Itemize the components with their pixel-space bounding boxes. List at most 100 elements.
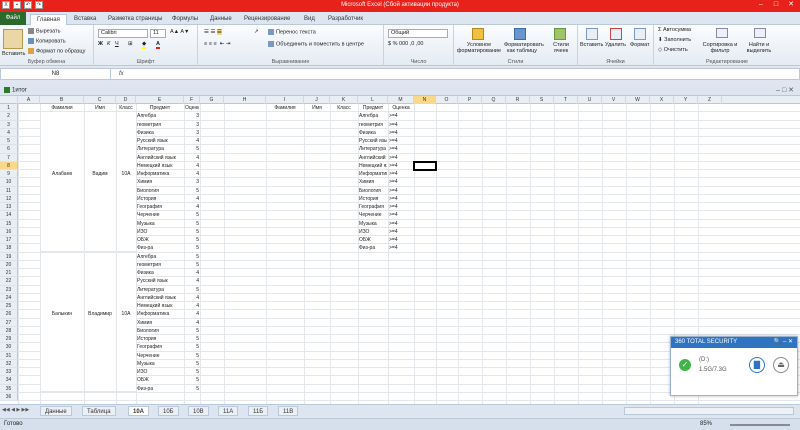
sheet-tab[interactable]: 11В	[278, 406, 299, 416]
cell[interactable]: История	[359, 195, 387, 203]
row-header[interactable]: 31	[0, 351, 18, 360]
row-header[interactable]: 8	[0, 161, 18, 170]
cell[interactable]: Информатика	[359, 170, 387, 178]
column-header[interactable]: W	[626, 96, 650, 104]
cell[interactable]: Физика	[359, 129, 387, 137]
column-header[interactable]: M	[388, 96, 414, 104]
row-header[interactable]: 3	[0, 120, 18, 129]
cell[interactable]: Черчение	[359, 211, 387, 219]
cell[interactable]: Русский язык	[137, 137, 183, 145]
cell[interactable]: Биология	[137, 187, 183, 195]
cell[interactable]: ИЗО	[137, 228, 183, 236]
sheet-nav-arrows[interactable]: ◀◀ ◀ ▶ ▶▶	[2, 407, 29, 413]
cell[interactable]: геометрия	[137, 261, 183, 269]
tab-page-layout[interactable]: Разметка страницы	[108, 14, 162, 25]
row-header[interactable]: 34	[0, 376, 18, 385]
cell[interactable]: 3	[185, 129, 199, 137]
cell[interactable]: >=4	[389, 220, 413, 228]
cell[interactable]: >=4	[389, 137, 413, 145]
name-box[interactable]: N8	[1, 69, 111, 79]
cell[interactable]: 5	[185, 343, 199, 351]
underline-button[interactable]: Ч	[115, 41, 119, 47]
cell[interactable]: 4	[185, 203, 199, 211]
cell[interactable]: >=4	[389, 236, 413, 244]
orientation-icon[interactable]: ↗	[254, 29, 259, 35]
column-header[interactable]: Z	[698, 96, 722, 104]
bold-button[interactable]: Ж	[98, 41, 103, 47]
row-header[interactable]: 18	[0, 244, 18, 253]
sheet-tab[interactable]: 10А	[128, 406, 150, 416]
row-header[interactable]: 26	[0, 310, 18, 319]
cell[interactable]: 3	[185, 112, 199, 120]
cut-button[interactable]: Вырезать	[28, 28, 60, 34]
cell[interactable]: Литература	[359, 145, 387, 153]
sheet-tab[interactable]: 10В	[188, 406, 209, 416]
row-header[interactable]: 20	[0, 260, 18, 269]
cell[interactable]: ИЗО	[137, 368, 183, 376]
cell[interactable]: 5	[185, 261, 199, 269]
cell[interactable]: Балыкин	[41, 310, 83, 319]
cell[interactable]: >=4	[389, 154, 413, 162]
cell[interactable]: Биология	[137, 327, 183, 335]
cell[interactable]: Литература	[137, 145, 183, 153]
cell[interactable]: Немецкий язык	[137, 302, 183, 310]
cell[interactable]: Фамилия	[41, 104, 83, 112]
row-header[interactable]: 14	[0, 211, 18, 220]
cell[interactable]: 4	[185, 302, 199, 310]
borders-icon[interactable]: ⊞	[128, 41, 133, 47]
column-header[interactable]: X	[650, 96, 674, 104]
cell[interactable]: 5	[185, 286, 199, 294]
cell[interactable]: География	[137, 203, 183, 211]
italic-button[interactable]: К	[107, 41, 110, 47]
column-header[interactable]: V	[602, 96, 626, 104]
popup-controls[interactable]: 🔍 – ✕	[774, 337, 793, 348]
cell[interactable]: Литература	[137, 286, 183, 294]
cell[interactable]: >=4	[389, 178, 413, 186]
align-left-icons[interactable]: ≡ ≡ ≡ ⇤ ⇥	[204, 41, 231, 47]
cell[interactable]: Черчение	[137, 211, 183, 219]
select-all-corner[interactable]	[0, 96, 18, 104]
row-header[interactable]: 30	[0, 343, 18, 352]
cell[interactable]: >=4	[389, 162, 413, 170]
cell[interactable]: Физика	[137, 269, 183, 277]
row-header[interactable]: 33	[0, 368, 18, 377]
cell[interactable]: Фамилия	[267, 104, 303, 112]
cell[interactable]: Информатика	[137, 310, 183, 318]
tab-formulas[interactable]: Формулы	[172, 14, 198, 25]
fill-button[interactable]: ⬇ Заполнить	[658, 37, 691, 43]
cell-styles-button[interactable]: Стили ячеек	[548, 42, 574, 54]
cell[interactable]: Владимир	[85, 310, 115, 319]
cell[interactable]: >=4	[389, 187, 413, 195]
column-header[interactable]: T	[554, 96, 578, 104]
cell[interactable]: 5	[185, 327, 199, 335]
cell[interactable]: Черчение	[137, 352, 183, 360]
cell[interactable]: >=4	[389, 195, 413, 203]
cell[interactable]: Английский язык	[137, 294, 183, 302]
tab-view[interactable]: Вид	[304, 14, 315, 25]
cell[interactable]: Алгебра	[359, 112, 387, 120]
cell[interactable]: История	[137, 335, 183, 343]
row-header[interactable]: 24	[0, 293, 18, 302]
cell[interactable]: 5	[185, 368, 199, 376]
column-header[interactable]: Y	[674, 96, 698, 104]
eject-button[interactable]: ⏏	[773, 357, 789, 373]
tab-data[interactable]: Данные	[210, 14, 232, 25]
insert-cells-button[interactable]: Вставить	[580, 42, 603, 48]
cell[interactable]: Химия	[137, 319, 183, 327]
row-header[interactable]: 19	[0, 252, 18, 261]
row-header[interactable]: 25	[0, 302, 18, 311]
workbook-window-controls[interactable]: – □ ✕	[776, 86, 794, 94]
column-header[interactable]: H	[224, 96, 266, 104]
sheet-tab[interactable]: Таблица	[82, 406, 116, 416]
cell[interactable]: Имя	[305, 104, 329, 112]
cell[interactable]: Предмет	[359, 104, 387, 112]
cell[interactable]: >=4	[389, 170, 413, 178]
column-header[interactable]: D	[116, 96, 136, 104]
sheet-tab[interactable]: 11Б	[248, 406, 269, 416]
row-header[interactable]: 9	[0, 170, 18, 179]
cell[interactable]: Физ-ра	[137, 244, 183, 252]
number-format-icons[interactable]: $ % 000 ,0 ,00	[388, 41, 423, 47]
cell[interactable]: 5	[185, 228, 199, 236]
cell[interactable]: 4	[185, 195, 199, 203]
cell[interactable]: Оценка	[185, 104, 199, 112]
